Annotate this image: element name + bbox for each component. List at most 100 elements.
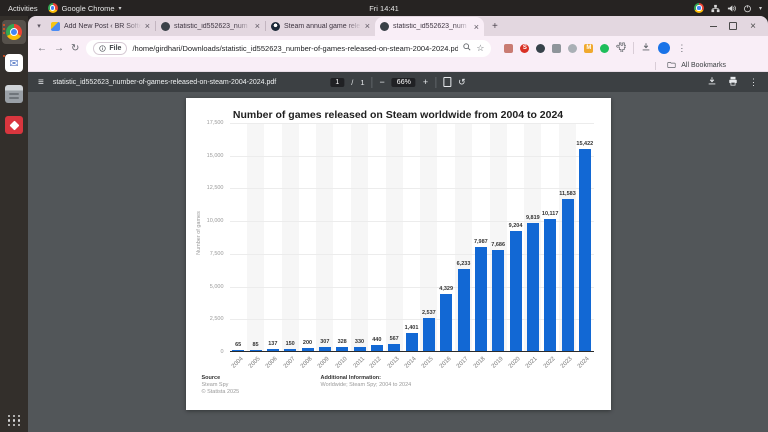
y-tick-label: 7,500 (210, 251, 224, 257)
page-number-input[interactable]: 1 (330, 78, 344, 87)
pdf-more-kebab-icon[interactable]: ⋮ (749, 77, 758, 88)
bar (336, 347, 348, 351)
tab-search-chevron-icon[interactable]: ▾ (32, 22, 46, 30)
dock-item-mail[interactable]: ✉ (2, 51, 26, 75)
pdf-toolbar-separator (435, 77, 436, 88)
zoom-in-button[interactable]: + (423, 77, 428, 87)
extension-pink-badge[interactable] (504, 44, 513, 53)
address-bar[interactable]: File /home/girdhari/Downloads/statistic_… (86, 40, 491, 57)
download-icon[interactable] (641, 39, 651, 57)
plot-band (247, 123, 264, 351)
extension-grey-notes[interactable] (552, 44, 561, 53)
mail-icon: ✉ (5, 54, 23, 72)
tab-add-new-post[interactable]: Add New Post ‹ BR Softe × (46, 16, 155, 36)
running-indicator (3, 55, 5, 57)
x-tick-label: 2009 (317, 356, 331, 370)
pdf-print-icon[interactable] (728, 73, 738, 91)
zoom-out-button[interactable]: − (380, 77, 385, 87)
y-tick-label: 10,000 (207, 218, 224, 224)
bar (423, 318, 435, 351)
close-window-button[interactable]: × (746, 19, 760, 33)
plot-band (420, 123, 437, 351)
forward-icon[interactable]: → (54, 43, 64, 54)
new-tab-button[interactable]: + (492, 21, 498, 32)
source-label: Source (202, 375, 240, 382)
file-chip-label: File (109, 45, 121, 52)
additional-info-line: Worldwide; Steam Spy; 2004 to 2024 (321, 382, 412, 389)
diamond-app-icon (5, 116, 23, 134)
browser-menu-kebab-icon[interactable]: ⋮ (677, 43, 686, 54)
power-icon (743, 4, 752, 13)
plot-band (316, 123, 333, 351)
extension-orange-m[interactable]: M (584, 44, 593, 53)
gnome-top-bar: Activities Google Chrome ▾ Fri 14:41 ▾ (0, 0, 768, 16)
pdf-toolbar-separator (372, 77, 373, 88)
document-favicon (161, 22, 170, 31)
file-chip[interactable]: File (93, 42, 127, 55)
maximize-button[interactable] (726, 19, 740, 33)
bar (440, 294, 452, 351)
tab-statistic-pdf-active[interactable]: statistic_id552623_num × (375, 17, 484, 36)
rotate-button[interactable]: ↺ (458, 77, 466, 88)
gridline (230, 287, 594, 288)
additional-info-label: Additional Information: (321, 375, 412, 382)
close-icon[interactable]: × (474, 22, 479, 32)
url-text[interactable]: /home/girdhari/Downloads/statistic_id552… (132, 44, 458, 53)
all-bookmarks-button[interactable]: All Bookmarks (681, 62, 726, 69)
profile-avatar[interactable] (658, 42, 670, 54)
app-menu-label: Google Chrome (62, 4, 115, 13)
activities-button[interactable]: Activities (8, 4, 38, 13)
reload-icon[interactable]: ↻ (71, 43, 79, 54)
x-tick-label: 2012 (369, 356, 383, 370)
zoom-level-input[interactable]: 66% (392, 78, 416, 87)
x-tick-label: 2017 (456, 356, 470, 370)
zoom-icon[interactable] (463, 43, 471, 53)
bar (388, 344, 400, 351)
back-icon[interactable]: ← (37, 43, 47, 54)
x-tick-label: 2007 (283, 356, 297, 370)
pdf-toolbar: ≡ statistic_id552623_number-of-games-rel… (28, 72, 768, 92)
bar-value-label: 15,422 (568, 141, 602, 147)
dock-item-red-app[interactable] (2, 113, 26, 137)
bar (492, 250, 504, 351)
dock: ✉ (0, 16, 28, 432)
x-tick-label: 2019 (491, 356, 505, 370)
app-menu[interactable]: Google Chrome ▾ (48, 3, 122, 13)
y-tick-label: 0 (220, 349, 223, 355)
x-tick-label: 2022 (543, 356, 557, 370)
gridline (230, 254, 594, 255)
extension-green-circle[interactable] (600, 44, 609, 53)
plot-band (282, 123, 299, 351)
bar (284, 349, 296, 351)
extension-red-s[interactable]: S (520, 44, 529, 53)
show-applications-button[interactable] (8, 415, 21, 427)
bookmarks-separator (655, 62, 656, 70)
pdf-filename: statistic_id552623_number-of-games-relea… (53, 79, 276, 86)
extension-dark-circle[interactable] (536, 44, 545, 53)
close-icon[interactable]: × (145, 21, 150, 31)
document-favicon (380, 22, 389, 31)
close-icon[interactable]: × (255, 21, 260, 31)
minimize-button[interactable] (706, 19, 720, 33)
wordpress-favicon (51, 22, 60, 31)
fit-page-button[interactable] (443, 77, 451, 87)
extension-grey-magnifier[interactable] (568, 44, 577, 53)
pdf-download-icon[interactable] (707, 73, 717, 91)
pdf-viewport[interactable]: Number of games released on Steam worldw… (28, 92, 768, 432)
tab-title: Add New Post ‹ BR Softe (64, 23, 141, 30)
pdf-menu-icon[interactable]: ≡ (38, 77, 44, 88)
plot-band (386, 123, 403, 351)
dock-item-chrome[interactable] (2, 20, 26, 44)
system-tray[interactable]: ▾ (694, 3, 762, 13)
bookmark-star-icon[interactable]: ☆ (476, 43, 484, 54)
tab-statistic-pdf-1[interactable]: statistic_id552623_num × (156, 16, 265, 36)
close-icon[interactable]: × (365, 21, 370, 31)
browser-toolbar: ← → ↻ File /home/girdhari/Downloads/stat… (28, 36, 768, 60)
clock[interactable]: Fri 14:41 (369, 4, 399, 13)
tab-steam-annual[interactable]: Steam annual game rele × (266, 16, 375, 36)
extensions-puzzle-icon[interactable] (616, 39, 626, 57)
chevron-down-icon: ▾ (119, 5, 122, 12)
x-tick-label: 2021 (525, 356, 539, 370)
bar (354, 347, 366, 351)
dock-item-file-cabinet[interactable] (2, 82, 26, 106)
